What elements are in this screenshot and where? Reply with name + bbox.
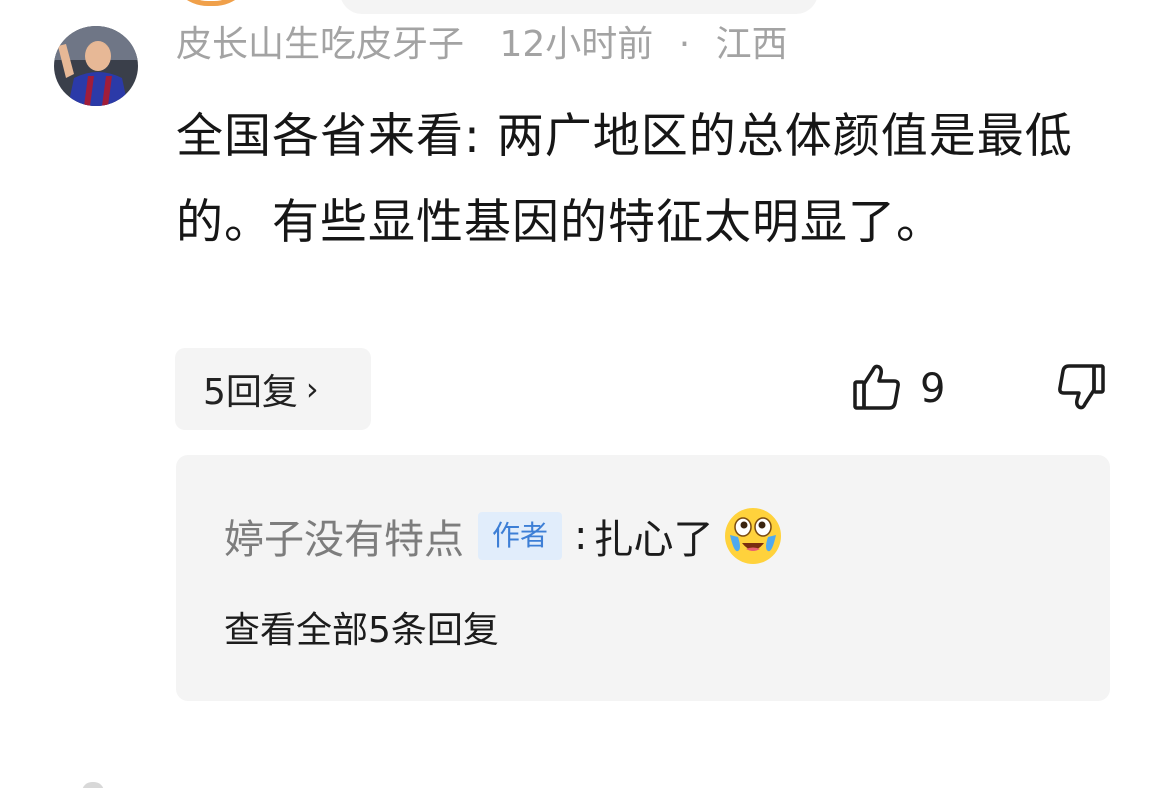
- author-badge: 作者: [478, 512, 563, 560]
- dislike-button[interactable]: [1056, 362, 1106, 416]
- avatar[interactable]: [54, 26, 138, 106]
- comment-thread: 皮长山生吃皮牙子 12小时前 · 江西 全国各省来看: 两广地区的总体颜值是最低…: [0, 0, 1164, 788]
- previous-avatar-edge: [168, 0, 254, 6]
- reply-preview-line: 婷子没有特点 作者 : 扎心了: [224, 505, 784, 567]
- reply-text: 扎心了: [593, 517, 714, 563]
- replies-label: 5回复: [203, 372, 298, 413]
- crying-laughing-emoji-icon: [722, 505, 784, 567]
- thumbs-up-icon: [852, 362, 902, 416]
- previous-input-pill-edge: [340, 0, 818, 14]
- like-count: 9: [920, 366, 946, 412]
- comment-location: 江西: [715, 24, 788, 65]
- comment-username[interactable]: 皮长山生吃皮牙子: [176, 24, 464, 65]
- comment-meta: 皮长山生吃皮牙子 12小时前 · 江西: [176, 22, 788, 68]
- meta-separator: ·: [678, 24, 691, 65]
- like-button[interactable]: 9: [852, 362, 945, 416]
- chevron-right-icon: ›: [305, 370, 319, 408]
- reply-preview-panel[interactable]: 婷子没有特点 作者 : 扎心了 查看全部5条回复: [176, 455, 1110, 701]
- view-all-replies-link[interactable]: 查看全部5条回复: [224, 601, 499, 653]
- reply-colon: :: [574, 513, 588, 559]
- next-avatar-edge: [82, 782, 104, 788]
- reply-author[interactable]: 婷子没有特点: [224, 507, 464, 565]
- thumbs-down-icon: [1056, 364, 1106, 416]
- replies-button[interactable]: 5回复 ›: [175, 348, 371, 430]
- comment-time: 12小时前: [499, 24, 654, 65]
- comment-body: 全国各省来看: 两广地区的总体颜值是最低的。有些显性基因的特征太明显了。: [176, 109, 1073, 250]
